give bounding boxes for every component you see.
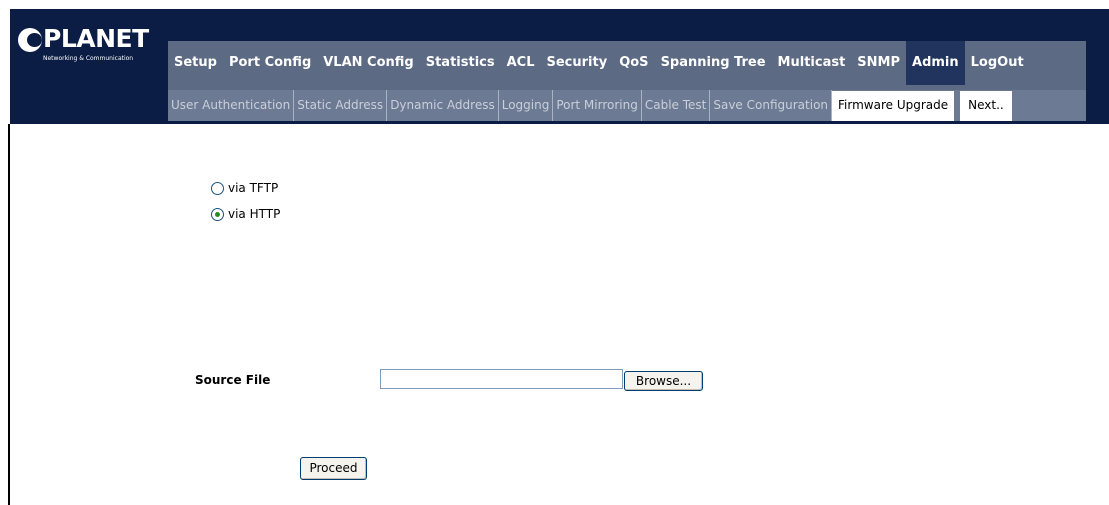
header-divider [10, 121, 1109, 124]
radio-option-tftp[interactable]: via TFTP [211, 181, 278, 195]
submenu-item-cable-test[interactable]: Cable Test [642, 90, 711, 121]
radio-label-http: via HTTP [228, 207, 281, 221]
planet-logo: PLANET Networking & Communication [18, 24, 158, 70]
menu-item-security[interactable]: Security [541, 41, 614, 85]
sub-menu: User Authentication Static Address Dynam… [168, 90, 1086, 121]
content-left-border [8, 124, 10, 505]
source-file-input[interactable] [380, 369, 623, 389]
menu-item-vlan-config[interactable]: VLAN Config [317, 41, 419, 85]
menu-item-port-config[interactable]: Port Config [223, 41, 317, 85]
submenu-item-dynamic-address[interactable]: Dynamic Address [387, 90, 499, 121]
menu-item-setup[interactable]: Setup [168, 41, 223, 85]
brand-tagline: Networking & Communication [43, 55, 134, 62]
browse-button[interactable]: Browse... [624, 371, 703, 391]
radio-button-tftp[interactable] [211, 181, 224, 195]
radio-label-tftp: via TFTP [228, 181, 279, 195]
radio-button-http[interactable] [211, 207, 224, 221]
menu-item-multicast[interactable]: Multicast [772, 41, 852, 85]
submenu-item-logging[interactable]: Logging [499, 90, 554, 121]
proceed-button[interactable]: Proceed [300, 457, 367, 480]
submenu-item-save-configuration[interactable]: Save Configuration [710, 90, 833, 121]
submenu-item-user-authentication[interactable]: User Authentication [168, 90, 295, 121]
submenu-item-port-mirroring[interactable]: Port Mirroring [553, 90, 642, 121]
menu-item-snmp[interactable]: SNMP [851, 41, 906, 85]
submenu-item-firmware-upgrade[interactable]: Firmware Upgrade [832, 91, 955, 121]
brand-name: PLANET [43, 24, 149, 53]
planet-logo-icon [18, 28, 42, 52]
submenu-item-static-address[interactable]: Static Address [294, 90, 388, 121]
menu-item-acl[interactable]: ACL [501, 41, 541, 85]
source-file-label: Source File [195, 373, 271, 387]
menu-item-admin[interactable]: Admin [906, 41, 965, 85]
menu-item-spanning-tree[interactable]: Spanning Tree [655, 41, 772, 85]
radio-option-http[interactable]: via HTTP [211, 207, 280, 221]
menu-item-qos[interactable]: QoS [613, 41, 654, 85]
menu-item-logout[interactable]: LogOut [964, 41, 1030, 85]
menu-item-statistics[interactable]: Statistics [420, 41, 501, 85]
submenu-item-next[interactable]: Next.. [960, 91, 1012, 121]
main-menu: Setup Port Config VLAN Config Statistics… [168, 41, 1086, 90]
